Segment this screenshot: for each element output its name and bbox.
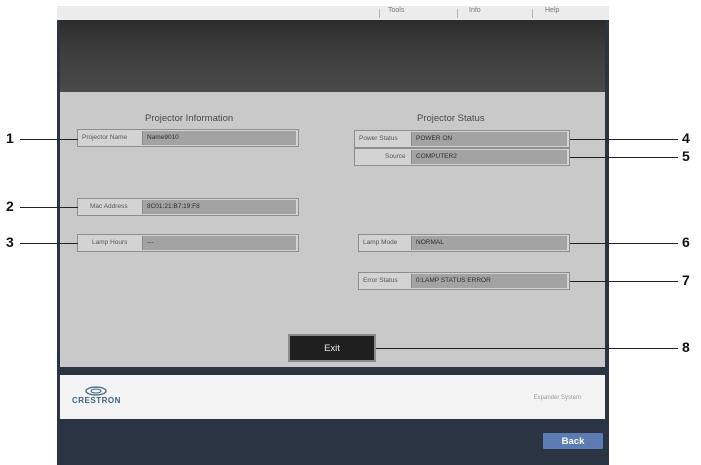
menu-separator <box>379 9 380 18</box>
projector-status-title: Projector Status <box>417 113 485 124</box>
menu-separator <box>532 9 533 18</box>
projector-information-title: Projector Information <box>145 113 234 124</box>
menu-help[interactable]: Help <box>545 7 559 14</box>
top-menu-bar: Tools Info Help <box>57 6 609 20</box>
source-value: COMPUTER2 <box>416 153 457 160</box>
mac-address-value: 8C01:21:B7:19:F8 <box>147 203 200 210</box>
back-button[interactable]: Back <box>543 433 603 449</box>
error-status-field: Error Status 0:LAMP STATUS ERROR <box>358 272 570 290</box>
content-panel: Projector Information Projector Status P… <box>60 92 605 367</box>
crestron-logo: CRESTRON <box>70 385 132 409</box>
lamp-mode-value: NORMAL <box>416 239 444 246</box>
mac-address-field: Mac Address 8C01:21:B7:19:F8 <box>77 198 299 216</box>
footer-bar: CRESTRON Expander System <box>60 375 605 419</box>
callout-number-3: 3 <box>6 234 14 250</box>
projector-name-field: Projector Name Name9010 <box>77 129 299 147</box>
menu-tools[interactable]: Tools <box>388 7 404 14</box>
callout-line-6 <box>570 243 678 244</box>
source-label: Source <box>385 153 406 160</box>
callout-number-4: 4 <box>682 130 690 146</box>
error-status-label: Error Status <box>363 277 398 284</box>
menu-info[interactable]: Info <box>469 7 481 14</box>
callout-line-3 <box>20 243 78 244</box>
power-status-field: Power Status POWER ON <box>354 130 570 148</box>
menu-separator <box>457 9 458 18</box>
error-status-value-box: 0:LAMP STATUS ERROR <box>411 274 567 288</box>
callout-number-8: 8 <box>682 339 690 355</box>
lamp-hours-field: Lamp Hours --- <box>77 234 299 252</box>
lamp-hours-value: --- <box>147 239 154 246</box>
projector-name-value: Name9010 <box>147 134 179 141</box>
projector-name-value-box: Name9010 <box>142 131 296 145</box>
callout-line-7 <box>570 281 678 282</box>
callout-line-8 <box>376 348 678 349</box>
source-value-box: COMPUTER2 <box>411 150 567 164</box>
power-status-value: POWER ON <box>416 135 453 142</box>
callout-number-6: 6 <box>682 234 690 250</box>
lamp-hours-label: Lamp Hours <box>92 239 128 246</box>
mac-address-label: Mac Address <box>90 203 128 210</box>
callout-number-5: 5 <box>682 148 690 164</box>
header-banner <box>60 20 605 92</box>
callout-number-7: 7 <box>682 272 690 288</box>
crestron-logo-text: CRESTRON <box>72 396 121 405</box>
power-status-label: Power Status <box>359 135 398 142</box>
callout-line-5 <box>570 157 678 158</box>
callout-number-1: 1 <box>6 130 14 146</box>
mac-address-value-box: 8C01:21:B7:19:F8 <box>142 200 296 214</box>
lamp-mode-field: Lamp Mode NORMAL <box>358 234 570 252</box>
power-status-value-box: POWER ON <box>411 132 567 146</box>
projector-name-label: Projector Name <box>82 134 128 141</box>
exit-button[interactable]: Exit <box>288 334 376 362</box>
lamp-mode-value-box: NORMAL <box>411 236 567 250</box>
source-field: Source COMPUTER2 <box>354 148 570 166</box>
callout-line-2 <box>20 207 78 208</box>
lamp-mode-label: Lamp Mode <box>363 239 398 246</box>
callout-number-2: 2 <box>6 198 14 214</box>
callout-line-1 <box>20 139 78 140</box>
expander-system-text: Expander System <box>533 395 581 401</box>
callout-line-4 <box>570 139 678 140</box>
lamp-hours-value-box: --- <box>142 236 296 250</box>
error-status-value: 0:LAMP STATUS ERROR <box>416 277 491 284</box>
